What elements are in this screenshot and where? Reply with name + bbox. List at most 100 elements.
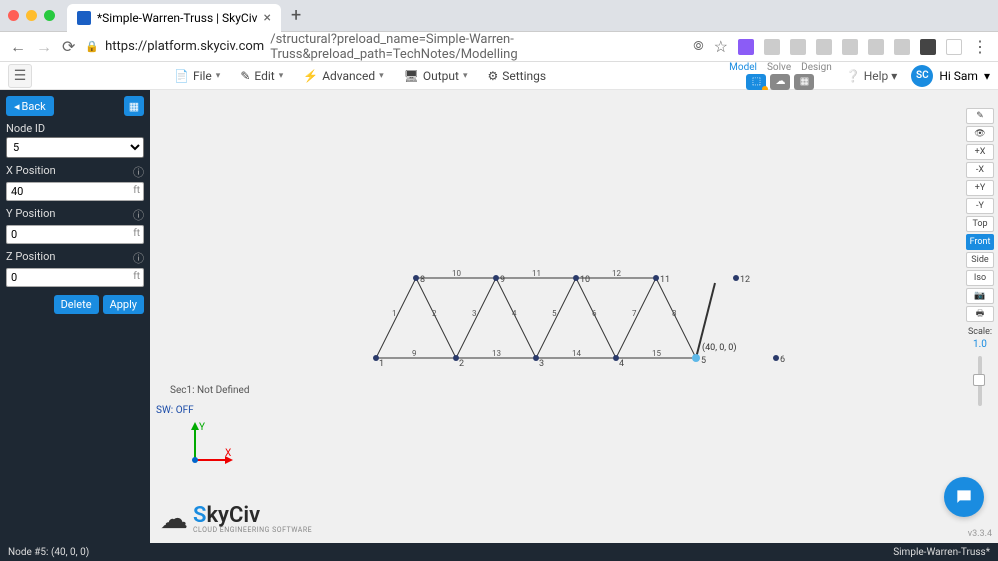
x-position-input[interactable] <box>6 182 144 201</box>
view-minus-y-button[interactable]: -Y <box>966 198 994 214</box>
slider-knob[interactable] <box>973 374 985 386</box>
file-menu[interactable]: 📄File▾ <box>174 69 220 83</box>
model-canvas[interactable]: 1 2 3 4 5 6 8 9 10 11 12 1 2 3 4 5 6 7 <box>150 90 998 543</box>
camera-button[interactable]: 📷 <box>966 288 994 304</box>
extension-icon[interactable] <box>764 39 780 55</box>
solve-mode-tab[interactable]: Solve <box>767 62 791 73</box>
svg-text:15: 15 <box>652 349 661 358</box>
solve-mode-icon[interactable]: ☁ <box>770 74 790 90</box>
browser-tab[interactable]: *Simple-Warren-Truss | SkyCiv × <box>67 4 281 32</box>
svg-text:13: 13 <box>492 349 501 358</box>
file-icon: 📄 <box>174 69 189 83</box>
forward-nav-button[interactable]: → <box>36 37 52 57</box>
svg-text:12: 12 <box>740 275 750 285</box>
close-window-button[interactable] <box>8 10 19 21</box>
svg-text:Y: Y <box>199 422 205 433</box>
advanced-menu[interactable]: ⚡Advanced▾ <box>303 69 383 83</box>
browser-menu-button[interactable]: ⋮ <box>972 37 988 56</box>
svg-text:6: 6 <box>592 309 597 318</box>
user-menu[interactable]: SC Hi Sam ▾ <box>911 65 990 87</box>
new-tab-button[interactable]: + <box>291 5 301 26</box>
browser-tab-bar: *Simple-Warren-Truss | SkyCiv × + <box>0 0 998 32</box>
view-side-button[interactable]: Side <box>966 252 994 268</box>
view-toolbar: ✎ 👁 +X -X +Y -Y Top Front Side Iso 📷 🖶 S… <box>966 108 994 410</box>
x-position-label: X Positionⓘ <box>6 164 144 180</box>
svg-text:5: 5 <box>552 309 557 318</box>
lock-icon: 🔒 <box>85 40 99 53</box>
delete-button[interactable]: Delete <box>54 295 99 314</box>
browser-url-bar: ← → ⟳ 🔒 https://platform.skyciv.com/stru… <box>0 32 998 62</box>
view-plus-y-button[interactable]: +Y <box>966 180 994 196</box>
info-icon[interactable]: ⓘ <box>133 207 144 223</box>
unit-label: ft <box>133 271 140 282</box>
section-info-label: Sec1: Not Defined <box>170 385 249 396</box>
view-front-button[interactable]: Front <box>966 234 994 250</box>
model-mode-icon[interactable]: ⬚ <box>746 74 766 90</box>
bolt-icon: ⚡ <box>303 69 318 83</box>
svg-text:4: 4 <box>619 359 624 369</box>
output-menu[interactable]: 🖥Output▾ <box>404 69 468 83</box>
maximize-window-button[interactable] <box>44 10 55 21</box>
chat-support-button[interactable] <box>944 477 984 517</box>
svg-text:X: X <box>225 448 231 459</box>
view-iso-button[interactable]: Iso <box>966 270 994 286</box>
bookmark-star-icon[interactable]: ☆ <box>714 37 728 56</box>
address-bar[interactable]: 🔒 https://platform.skyciv.com/structural… <box>85 32 683 62</box>
svg-text:1: 1 <box>392 309 397 318</box>
print-button[interactable]: 🖶 <box>966 306 994 322</box>
back-nav-button[interactable]: ← <box>10 37 26 57</box>
extension-icon[interactable] <box>946 39 962 55</box>
node-id-label: Node ID <box>6 122 144 135</box>
design-mode-icon[interactable]: ▦ <box>794 74 814 90</box>
z-position-input[interactable] <box>6 268 144 287</box>
help-menu[interactable]: ❔Help▾ <box>846 69 898 83</box>
svg-text:8: 8 <box>420 275 425 285</box>
z-position-label: Z Positionⓘ <box>6 250 144 266</box>
extension-icon[interactable] <box>790 39 806 55</box>
search-icon[interactable]: ⦾ <box>693 39 703 54</box>
extension-icon[interactable] <box>738 39 754 55</box>
model-mode-tab[interactable]: Model <box>729 62 757 73</box>
view-minus-x-button[interactable]: -X <box>966 162 994 178</box>
scale-value: 1.0 <box>966 339 994 350</box>
svg-text:2: 2 <box>459 359 464 369</box>
info-icon[interactable]: ⓘ <box>133 250 144 266</box>
apply-button[interactable]: Apply <box>103 295 144 314</box>
datasheet-button[interactable]: ▦ <box>124 96 144 116</box>
mode-switcher: Model Solve Design ⬚ ☁ ▦ <box>729 62 832 90</box>
svg-text:14: 14 <box>572 349 581 358</box>
settings-menu[interactable]: ⚙Settings <box>487 69 546 83</box>
hamburger-icon: ☰ <box>14 68 27 84</box>
svg-text:10: 10 <box>452 269 461 278</box>
gear-icon: ⚙ <box>487 69 498 83</box>
extension-icon[interactable] <box>842 39 858 55</box>
pencil-icon: ✎ <box>240 69 250 83</box>
menu-toggle-button[interactable]: ☰ <box>8 64 32 88</box>
pencil-tool-button[interactable]: ✎ <box>966 108 994 124</box>
minimize-window-button[interactable] <box>26 10 37 21</box>
edit-menu[interactable]: ✎Edit▾ <box>240 69 283 83</box>
svg-text:4: 4 <box>512 309 517 318</box>
reload-button[interactable]: ⟳ <box>62 37 75 56</box>
back-button[interactable]: ◂ Back <box>6 96 54 116</box>
view-top-button[interactable]: Top <box>966 216 994 232</box>
info-icon[interactable]: ⓘ <box>133 164 144 180</box>
tab-close-button[interactable]: × <box>263 10 270 26</box>
visibility-button[interactable]: 👁 <box>966 126 994 142</box>
y-position-input[interactable] <box>6 225 144 244</box>
design-mode-tab[interactable]: Design <box>801 62 832 73</box>
node-id-select[interactable]: 5 <box>6 137 144 158</box>
scale-slider[interactable] <box>978 356 982 406</box>
extension-icons <box>738 39 962 55</box>
svg-text:11: 11 <box>532 269 541 278</box>
status-left: Node #5: (40, 0, 0) <box>8 547 89 558</box>
cloud-icon: ☁ <box>160 502 188 535</box>
svg-text:8: 8 <box>672 309 677 318</box>
url-path: /structural?preload_name=Simple-Warren-T… <box>270 32 683 62</box>
extension-icon[interactable] <box>894 39 910 55</box>
view-plus-x-button[interactable]: +X <box>966 144 994 160</box>
extension-icon[interactable] <box>868 39 884 55</box>
extension-icon[interactable] <box>816 39 832 55</box>
favicon-icon <box>77 11 91 25</box>
extension-icon[interactable] <box>920 39 936 55</box>
